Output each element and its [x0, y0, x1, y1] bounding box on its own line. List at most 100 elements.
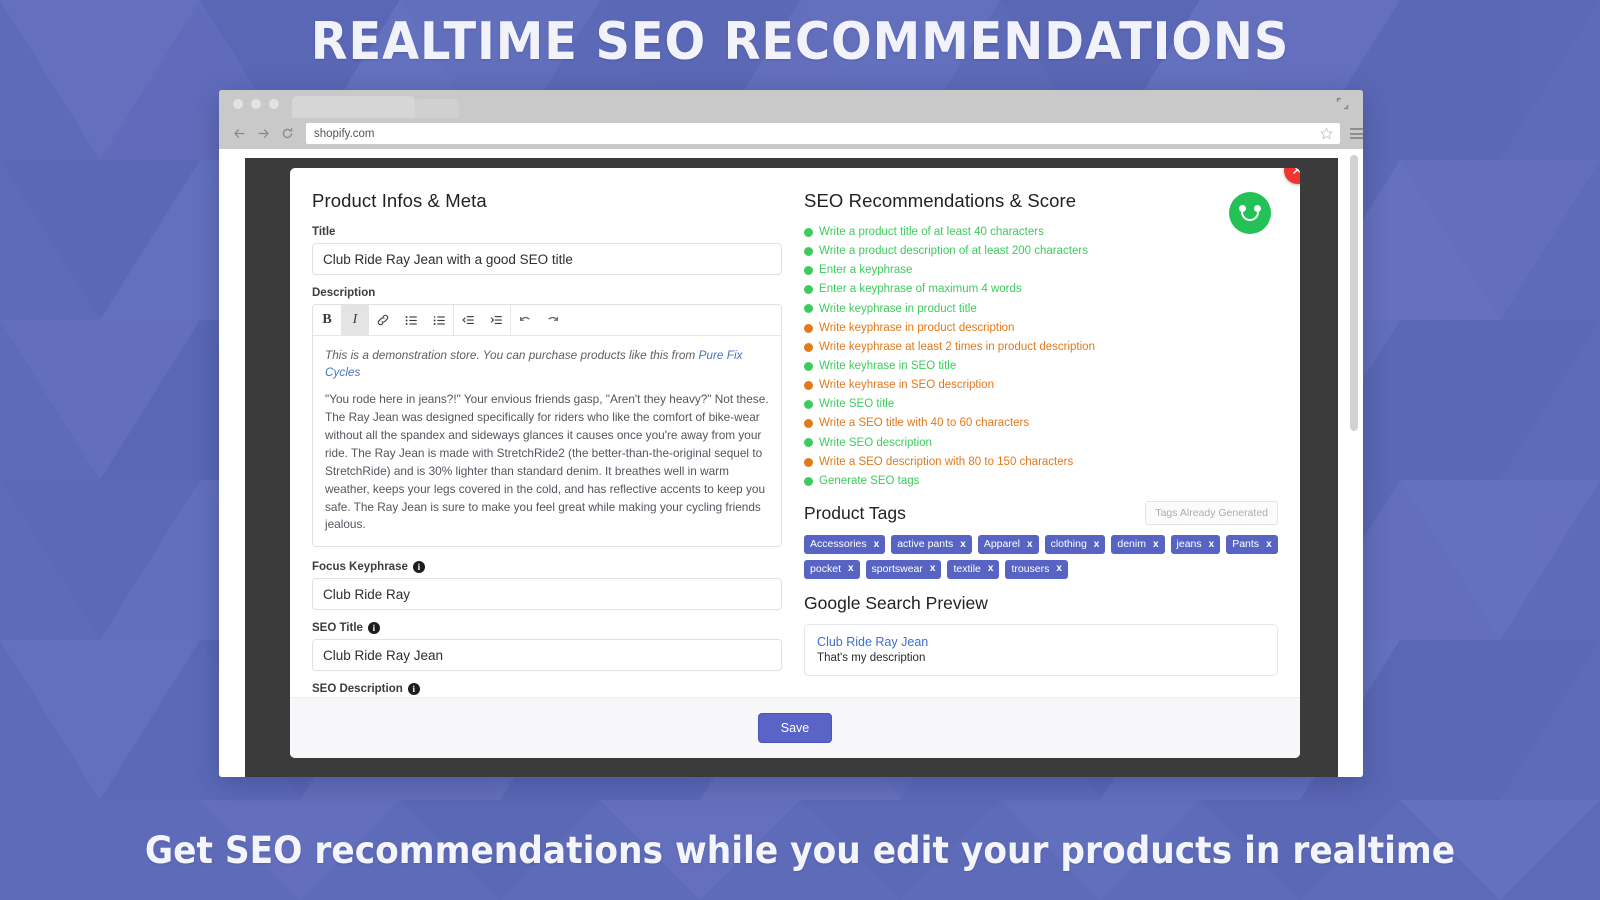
recommendation-list: Write a product title of at least 40 cha…	[804, 226, 1278, 487]
seo-modal: ✕ Product Infos & Meta Title Club Ride R…	[290, 168, 1300, 758]
browser-window: shopify.com ✕ Product Infos & Meta Title	[219, 90, 1363, 777]
browser-viewport: ✕ Product Infos & Meta Title Club Ride R…	[219, 149, 1363, 777]
remove-tag-icon[interactable]: x	[874, 539, 880, 551]
forward-arrow-icon[interactable]	[257, 127, 270, 140]
editor-paragraph: "You rode here in jeans?!" Your envious …	[325, 392, 769, 532]
indent-icon[interactable]	[482, 305, 510, 335]
product-tag[interactable]: sportswear x	[865, 560, 942, 579]
maximize-icon[interactable]	[1336, 97, 1349, 110]
recommendation-item: Enter a keyphrase of maximum 4 words	[804, 283, 1278, 296]
focus-keyphrase-input[interactable]: Club Ride Ray	[312, 578, 783, 611]
product-info-panel: Product Infos & Meta Title Club Ride Ray…	[312, 190, 804, 733]
bold-icon[interactable]: B	[313, 305, 341, 335]
recommendation-text: Write keyphrase at least 2 times in prod…	[819, 340, 1095, 353]
info-icon[interactable]: i	[407, 683, 420, 696]
status-dot-ok	[804, 304, 814, 314]
remove-tag-icon[interactable]: x	[1209, 539, 1215, 551]
page-scrollbar[interactable]	[1350, 149, 1361, 777]
recommendation-item: Write a SEO title with 40 to 60 characte…	[804, 417, 1278, 430]
recommendation-text: Write a product description of at least …	[819, 245, 1088, 258]
save-button[interactable]: Save	[757, 713, 833, 743]
title-input[interactable]: Club Ride Ray Jean with a good SEO title	[312, 243, 783, 275]
product-tag[interactable]: textile x	[947, 560, 1000, 579]
product-tag[interactable]: active pants x	[891, 535, 972, 555]
reload-icon[interactable]	[281, 127, 294, 140]
browser-tab-new[interactable]	[415, 99, 459, 118]
bulleted-list-icon[interactable]	[397, 305, 425, 335]
focus-keyphrase-label-text: Focus Keyphrase	[312, 561, 408, 574]
link-icon[interactable]	[369, 305, 397, 335]
recommendation-item: Write SEO title	[804, 398, 1278, 411]
browser-tab-active[interactable]	[292, 96, 415, 118]
product-tag[interactable]: clothing x	[1044, 535, 1106, 555]
recommendation-item: Write a SEO description with 80 to 150 c…	[804, 456, 1278, 469]
product-tag-label: jeans	[1176, 538, 1202, 551]
modal-footer: Save	[290, 697, 1300, 758]
address-bar[interactable]: shopify.com	[306, 123, 1340, 144]
description-editor-body[interactable]: This is a demonstration store. You can p…	[313, 336, 782, 547]
product-tag-label: Pants	[1232, 538, 1260, 551]
undo-icon[interactable]	[511, 305, 539, 335]
page-caption: Get SEO recommendations while you edit y…	[144, 829, 1456, 872]
product-tag-label: Accessories	[810, 538, 867, 551]
remove-tag-icon[interactable]: x	[848, 563, 854, 575]
recommendation-text: Write keyhrase in SEO description	[819, 379, 994, 392]
product-tag-label: Apparel	[983, 538, 1021, 551]
product-tag[interactable]: pocket x	[804, 560, 860, 579]
tags-already-generated-button[interactable]: Tags Already Generated	[1145, 501, 1278, 526]
editor-toolbar: B I	[313, 305, 782, 336]
product-tag[interactable]: Accessories x	[804, 535, 886, 555]
preview-description: That's my description	[817, 651, 926, 664]
product-tag[interactable]: trousers x	[1005, 560, 1068, 579]
recommendation-item: Write SEO description	[804, 437, 1278, 450]
seo-recommendations-panel: SEO Recommendations & Score Write a prod…	[804, 190, 1278, 697]
hamburger-menu-icon[interactable]	[1350, 128, 1363, 139]
description-field-label: Description	[312, 287, 782, 299]
product-tags-title: Product Tags	[804, 502, 906, 523]
recommendation-item: Write keyphrase at least 2 times in prod…	[804, 341, 1278, 354]
remove-tag-icon[interactable]: x	[1094, 539, 1100, 551]
product-tag-label: denim	[1117, 538, 1146, 551]
window-controls[interactable]	[233, 99, 279, 109]
recommendation-text: Write keyphrase in product title	[819, 302, 977, 315]
status-dot-ok	[804, 438, 814, 448]
outdent-icon[interactable]	[454, 305, 482, 335]
redo-icon[interactable]	[539, 305, 567, 335]
product-tag[interactable]: denim x	[1111, 535, 1165, 555]
remove-tag-icon[interactable]: x	[988, 563, 994, 575]
status-dot-ok	[804, 361, 814, 371]
product-tag[interactable]: Pants x	[1226, 535, 1278, 555]
star-icon[interactable]	[1320, 127, 1333, 140]
status-dot-ok	[804, 285, 814, 295]
product-tag-label: sportswear	[871, 563, 923, 576]
remove-tag-icon[interactable]: x	[960, 539, 966, 551]
description-editor: B I This is a demonstration store. You c…	[312, 304, 783, 548]
recommendation-text: Write a SEO title with 40 to 60 characte…	[819, 417, 1030, 430]
seo-title-input[interactable]: Club Ride Ray Jean	[312, 639, 783, 672]
recommendation-item: Write a product title of at least 40 cha…	[804, 226, 1278, 239]
remove-tag-icon[interactable]: x	[1056, 563, 1062, 575]
product-tag[interactable]: jeans x	[1170, 535, 1221, 555]
remove-tag-icon[interactable]: x	[1266, 539, 1272, 551]
product-tag[interactable]: Apparel x	[977, 535, 1039, 555]
product-tag-label: trousers	[1011, 563, 1050, 576]
editor-intro-line: This is a demonstration store. You can p…	[325, 347, 769, 380]
minimize-window-light[interactable]	[251, 99, 261, 109]
status-dot-ok	[804, 476, 814, 486]
title-field-label: Title	[312, 226, 782, 238]
zoom-window-light[interactable]	[269, 99, 279, 109]
editor-intro-text: This is a demonstration store. You can p…	[325, 348, 699, 362]
info-icon[interactable]: i	[412, 561, 425, 574]
page-scrollbar-thumb[interactable]	[1350, 155, 1358, 431]
preview-link-title[interactable]: Club Ride Ray Jean	[817, 635, 1265, 649]
product-tag-label: clothing	[1050, 538, 1087, 551]
back-arrow-icon[interactable]	[233, 127, 246, 140]
info-icon[interactable]: i	[367, 622, 380, 635]
remove-tag-icon[interactable]: x	[1027, 539, 1033, 551]
numbered-list-icon[interactable]	[425, 305, 453, 335]
close-window-light[interactable]	[233, 99, 243, 109]
remove-tag-icon[interactable]: x	[930, 563, 936, 575]
italic-icon[interactable]: I	[341, 305, 369, 335]
remove-tag-icon[interactable]: x	[1153, 539, 1159, 551]
recommendation-text: Write SEO title	[819, 398, 895, 411]
